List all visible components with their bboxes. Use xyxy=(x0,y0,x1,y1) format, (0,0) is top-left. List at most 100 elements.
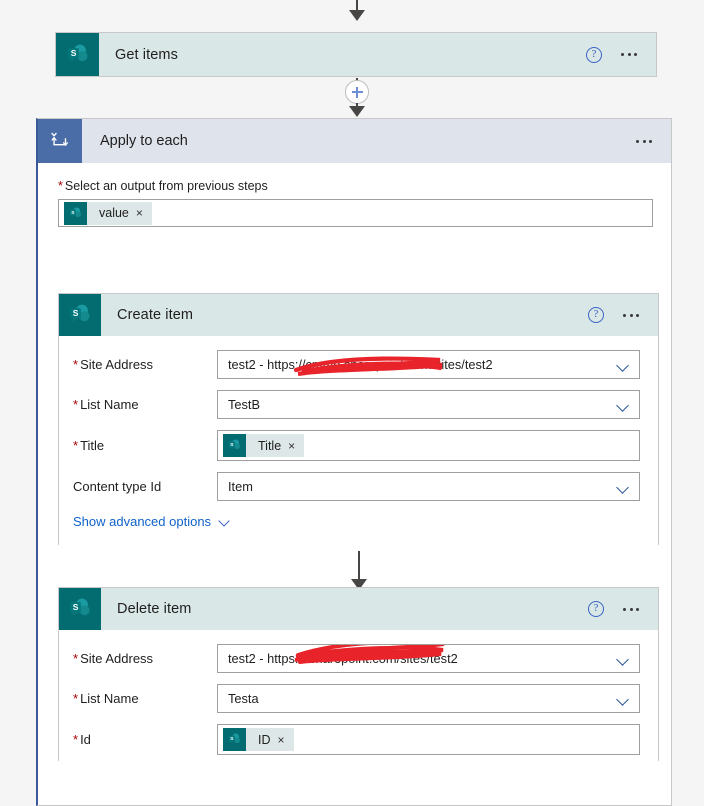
list-name-input[interactable]: TestB xyxy=(217,390,640,419)
content-type-id-input[interactable]: Item xyxy=(217,472,640,501)
required-asterisk: * xyxy=(73,691,79,706)
card-title-create-item: Create item xyxy=(117,307,194,323)
field-label-text: Title xyxy=(80,438,105,453)
card-body-delete-item: * Site Address test2 - https:// sharepoin… xyxy=(59,630,658,773)
chevron-down-icon[interactable] xyxy=(618,483,629,494)
sharepoint-icon: S xyxy=(59,588,101,630)
content-type-id-value: Item xyxy=(228,479,253,494)
field-label-list-name: * List Name xyxy=(73,691,217,706)
field-label-site-address: * Site Address xyxy=(73,651,217,666)
field-label-site-address: * Site Address xyxy=(73,357,217,372)
card-header-delete-item[interactable]: S Delete item ? xyxy=(59,588,658,630)
field-label-title: * Title xyxy=(73,438,217,453)
field-label-text: Site Address xyxy=(80,651,154,666)
field-label-list-name: * List Name xyxy=(73,397,217,412)
overflow-menu-icon[interactable] xyxy=(635,136,653,147)
svg-text:S: S xyxy=(73,308,79,318)
token-chip-title[interactable]: S Title × xyxy=(223,434,305,457)
id-input[interactable]: S ID × xyxy=(217,724,640,755)
required-asterisk: * xyxy=(58,179,63,193)
step-card-create-item[interactable]: S Create item ? * Site Address test2 - h… xyxy=(58,293,659,547)
field-label-id: * Id xyxy=(73,732,217,747)
required-asterisk: * xyxy=(73,438,79,453)
scope-input-label-text: Select an output from previous steps xyxy=(64,179,268,193)
svg-text:S: S xyxy=(73,602,79,612)
field-label-text: List Name xyxy=(80,691,139,706)
field-row-list-name: * List Name TestB xyxy=(73,390,640,419)
card-header-create-item[interactable]: S Create item ? xyxy=(59,294,658,336)
svg-text:S: S xyxy=(70,48,76,58)
token-remove-icon[interactable]: × xyxy=(278,734,294,746)
site-address-input[interactable]: test2 - https:// sharepoint.com/sites/te… xyxy=(217,644,640,673)
required-asterisk: * xyxy=(73,651,79,666)
chevron-down-icon[interactable] xyxy=(618,655,629,666)
list-name-value: Testa xyxy=(228,691,259,706)
title-input[interactable]: S Title × xyxy=(217,430,640,461)
required-asterisk: * xyxy=(73,357,79,372)
token-remove-icon[interactable]: × xyxy=(288,440,304,452)
scope-title: Apply to each xyxy=(100,133,188,149)
show-advanced-options-label: Show advanced options xyxy=(73,514,212,529)
sharepoint-icon: S xyxy=(223,728,246,751)
connector-arrow-scope xyxy=(349,106,365,117)
field-row-id: * Id S ID × xyxy=(73,724,640,755)
field-row-site-address: * Site Address test2 - https://cmmb share… xyxy=(73,350,640,379)
sharepoint-icon: S xyxy=(223,434,246,457)
sharepoint-icon: S xyxy=(64,201,87,225)
insert-step-button[interactable] xyxy=(345,80,369,104)
step-card-get-items[interactable]: S Get items ? xyxy=(55,32,657,77)
list-name-value: TestB xyxy=(228,397,261,412)
field-label-text: Id xyxy=(80,732,91,747)
overflow-menu-icon[interactable] xyxy=(622,310,640,321)
loop-icon xyxy=(38,119,82,163)
scope-header-actions xyxy=(635,136,653,147)
field-label-text: Site Address xyxy=(80,357,154,372)
show-advanced-options-link[interactable]: Show advanced options xyxy=(73,514,230,529)
token-chip-id[interactable]: S ID × xyxy=(223,728,294,751)
field-label-text: List Name xyxy=(80,397,139,412)
token-chip-value[interactable]: S value × xyxy=(64,201,152,225)
card-title-delete-item: Delete item xyxy=(117,601,192,617)
site-address-value: test2 - https:// sharepoint.com/sites/te… xyxy=(228,651,458,666)
token-label: ID xyxy=(258,732,271,747)
scope-input-field[interactable]: S value × xyxy=(58,199,653,227)
help-icon[interactable]: ? xyxy=(588,307,604,323)
chevron-down-icon[interactable] xyxy=(618,401,629,412)
sharepoint-icon: S xyxy=(56,33,99,76)
token-label: value xyxy=(99,206,129,220)
step-card-delete-item[interactable]: S Delete item ? * Site Address test2 - h… xyxy=(58,587,659,773)
card-header-actions: ? xyxy=(588,601,640,617)
field-row-content-type-id: Content type Id Item xyxy=(73,472,640,501)
site-address-input[interactable]: test2 - https://cmmb sharepoint.com/site… xyxy=(217,350,640,379)
card-header-get-items[interactable]: S Get items ? xyxy=(56,33,656,76)
chevron-down-icon[interactable] xyxy=(618,695,629,706)
chevron-down-icon xyxy=(219,517,230,526)
field-label-content-type-id: Content type Id xyxy=(73,479,217,494)
card-title-get-items: Get items xyxy=(115,46,178,63)
overflow-menu-icon[interactable] xyxy=(620,49,638,60)
chevron-down-icon[interactable] xyxy=(618,361,629,372)
scope-body: * Select an output from previous steps S … xyxy=(38,163,671,773)
token-label: Title xyxy=(258,438,282,453)
scope-apply-to-each[interactable]: Apply to each * Select an output from pre… xyxy=(36,118,672,806)
sharepoint-icon: S xyxy=(59,294,101,336)
field-row-list-name: * List Name Testa xyxy=(73,684,640,713)
site-address-value: test2 - https://cmmb sharepoint.com/site… xyxy=(228,357,493,372)
required-asterisk: * xyxy=(73,732,79,747)
field-row-title: * Title S Title × xyxy=(73,430,640,461)
card-header-actions: ? xyxy=(588,307,640,323)
help-icon[interactable]: ? xyxy=(586,46,602,63)
card-header-actions: ? xyxy=(586,46,638,63)
help-icon[interactable]: ? xyxy=(588,601,604,617)
required-asterisk: * xyxy=(73,397,79,412)
connector-arrow-top xyxy=(349,10,365,21)
field-row-site-address: * Site Address test2 - https:// sharepoin… xyxy=(73,644,640,673)
token-remove-icon[interactable]: × xyxy=(136,207,152,219)
list-name-input[interactable]: Testa xyxy=(217,684,640,713)
scope-header-apply-to-each[interactable]: Apply to each xyxy=(38,119,671,163)
scope-input-label: * Select an output from previous steps xyxy=(58,179,655,193)
flow-designer-canvas: S Get items ? Apply to each * Select an … xyxy=(0,0,704,806)
overflow-menu-icon[interactable] xyxy=(622,604,640,615)
field-label-text: Content type Id xyxy=(73,479,162,494)
card-body-create-item: * Site Address test2 - https://cmmb share… xyxy=(59,336,658,547)
